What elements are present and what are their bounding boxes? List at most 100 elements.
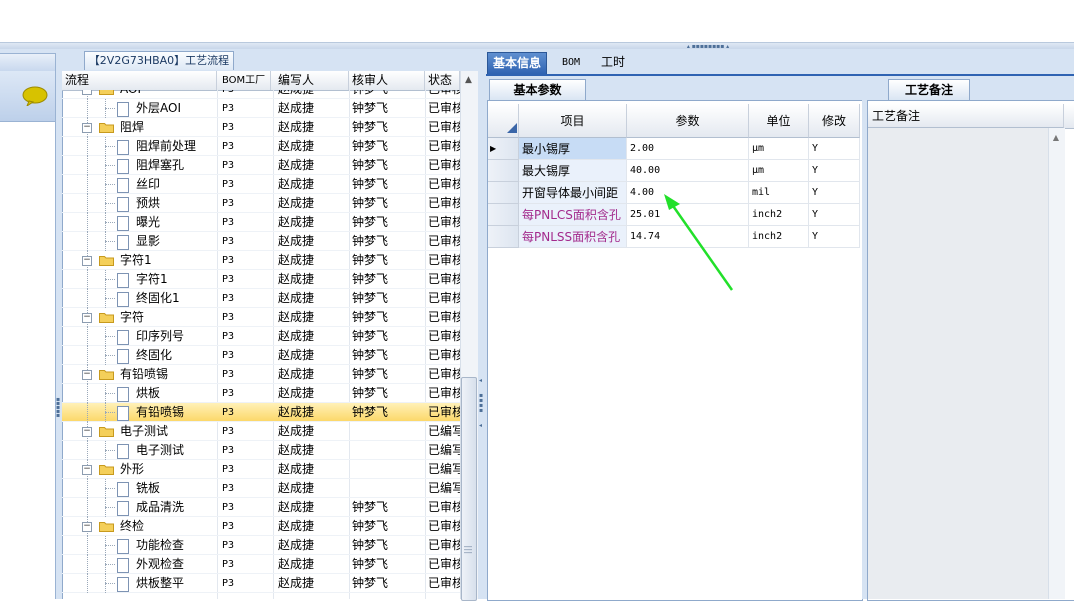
expander-icon[interactable]: − xyxy=(82,123,92,133)
tree-group-row[interactable]: − 字符1 P3 赵成捷 钟梦飞 已审核 xyxy=(62,251,460,270)
tree-connector xyxy=(105,222,115,223)
status-cell: 已审核 xyxy=(428,405,460,419)
expander-icon[interactable]: − xyxy=(82,522,92,532)
document-icon xyxy=(117,558,129,573)
tree-step-row[interactable]: 铣板 P3 赵成捷 已编写 xyxy=(62,479,460,498)
tree-step-row[interactable]: 终固化1 P3 赵成捷 钟梦飞 已审核 xyxy=(62,289,460,308)
header-process[interactable]: 流程 xyxy=(62,71,217,90)
tab-basic-info[interactable]: 基本信息 xyxy=(487,52,548,75)
tree-connector xyxy=(87,232,88,251)
bom-cell: P3 xyxy=(222,426,235,437)
note-header-extra xyxy=(1064,104,1074,129)
tree-group-row[interactable]: − 有铅喷锡 P3 赵成捷 钟梦飞 已审核 xyxy=(62,365,460,384)
bom-cell: P3 xyxy=(222,350,235,361)
expander-icon[interactable]: − xyxy=(82,465,92,475)
tree-group-row[interactable]: − 字符 P3 赵成捷 钟梦飞 已审核 xyxy=(62,308,460,327)
middle-splitter[interactable] xyxy=(478,49,486,599)
status-cell: 已审核 xyxy=(428,291,460,305)
expander-icon[interactable]: − xyxy=(82,370,92,380)
tab-process-notes[interactable]: 工艺备注 xyxy=(888,79,970,100)
expander-icon[interactable]: − xyxy=(82,313,92,323)
tree-connector xyxy=(105,336,115,337)
tree-step-row[interactable]: 烘板整平 P3 赵成捷 钟梦飞 已审核 xyxy=(62,574,460,593)
tree-name-cell: 阻焊塞孔 xyxy=(62,156,217,175)
bom-cell: P3 xyxy=(222,578,235,589)
notes-scrollbar[interactable] xyxy=(1048,128,1065,599)
document-icon xyxy=(117,140,129,155)
tree-name-cell: 铣板 xyxy=(62,479,217,498)
title-area xyxy=(0,0,1074,42)
checker-cell xyxy=(352,460,422,479)
tree-node-label: 显影 xyxy=(136,234,161,248)
tab-work-hours[interactable]: 工时 xyxy=(596,52,630,73)
tree-step-row[interactable]: 阻焊前处理 P3 赵成捷 钟梦飞 已审核 xyxy=(62,137,460,156)
expander-icon[interactable]: − xyxy=(82,256,92,266)
tree-group-row[interactable]: − 外形 P3 赵成捷 已编写 xyxy=(62,460,460,479)
tree-node-label: 终固化1 xyxy=(136,291,180,305)
tree-step-row[interactable]: 终固化 P3 赵成捷 钟梦飞 已审核 xyxy=(62,346,460,365)
checker-cell xyxy=(352,479,422,498)
tree-name-cell: 外层AOI xyxy=(62,99,217,118)
tree-node-label: 阻焊塞孔 xyxy=(136,158,185,172)
tree-step-row[interactable]: 阻焊塞孔 P3 赵成捷 钟梦飞 已审核 xyxy=(62,156,460,175)
status-cell: 已编写 xyxy=(428,481,460,495)
checker-cell: 钟梦飞 xyxy=(352,234,389,248)
tree-step-row[interactable]: 字符1 P3 赵成捷 钟梦飞 已审核 xyxy=(62,270,460,289)
header-writer[interactable]: 编写人 xyxy=(275,71,349,90)
writer-cell: 赵成捷 xyxy=(278,538,315,552)
tree-step-row[interactable]: 有铅喷锡 P3 赵成捷 钟梦飞 已审核 xyxy=(62,403,460,422)
tree-step-row[interactable]: 功能检查 P3 赵成捷 钟梦飞 已审核 xyxy=(62,536,460,555)
left-panel-body xyxy=(0,71,56,599)
tree-step-row[interactable]: 外观检查 P3 赵成捷 钟梦飞 已审核 xyxy=(62,555,460,574)
tree-step-row[interactable]: 显影 P3 赵成捷 钟梦飞 已审核 xyxy=(62,232,460,251)
checker-cell: 钟梦飞 xyxy=(352,120,389,134)
tree-step-row[interactable]: 曝光 P3 赵成捷 钟梦飞 已审核 xyxy=(62,213,460,232)
folder-icon xyxy=(99,123,114,133)
tree-node-label: 阻焊 xyxy=(120,120,145,134)
tab-bom[interactable]: BOM xyxy=(557,52,585,73)
tree-connector xyxy=(87,156,88,175)
tree-step-row[interactable]: 电子测试 P3 赵成捷 已编写 xyxy=(62,441,460,460)
tree-node-label: 成品清洗 xyxy=(136,500,185,514)
tree-step-row[interactable]: 外层AOI P3 赵成捷 钟梦飞 已审核 xyxy=(62,99,460,118)
tree-node-label: 字符1 xyxy=(120,253,152,267)
scroll-up-icon[interactable]: ▲ xyxy=(460,72,477,89)
writer-cell: 赵成捷 xyxy=(278,519,315,533)
status-cell: 已审核 xyxy=(428,386,460,400)
tree-step-row[interactable]: 印序列号 P3 赵成捷 钟梦飞 已审核 xyxy=(62,327,460,346)
status-cell: 已审核 xyxy=(428,500,460,514)
tree-group-row[interactable]: − 终检 P3 赵成捷 钟梦飞 已审核 xyxy=(62,517,460,536)
header-bom-factory[interactable]: BOM工厂 xyxy=(219,71,271,90)
tree-name-cell: 曝光 xyxy=(62,213,217,232)
scroll-up-icon[interactable]: ▲ xyxy=(1049,132,1063,144)
expander-icon[interactable]: − xyxy=(82,90,92,95)
tree-node-label: 烘板 xyxy=(136,386,161,400)
tree-connector xyxy=(105,583,115,584)
scrollbar-thumb[interactable] xyxy=(461,377,477,601)
tree-step-row[interactable]: 成品清洗 P3 赵成捷 钟梦飞 已审核 xyxy=(62,498,460,517)
bom-cell: P3 xyxy=(222,502,235,513)
writer-cell: 赵成捷 xyxy=(278,367,315,381)
chat-bubble-icon[interactable] xyxy=(22,86,48,106)
header-checker[interactable]: 核审人 xyxy=(349,71,425,90)
tree-group-row[interactable]: − AOI P3 赵成捷钟梦飞已审核 xyxy=(62,90,460,99)
tree-node-label: 丝印 xyxy=(136,177,161,191)
annotation-arrow xyxy=(664,194,734,291)
tree-step-row[interactable]: 烘板 P3 赵成捷 钟梦飞 已审核 xyxy=(62,384,460,403)
tree-group-row[interactable]: − 电子测试 P3 赵成捷 已编写 xyxy=(62,422,460,441)
process-notes-textarea[interactable] xyxy=(868,128,1048,599)
splitter-grip-icon[interactable]: ◂ ▪ ▪ ▪ ▪ ◂ xyxy=(479,378,484,438)
process-tab[interactable]: 【2V2G73HBA0】工艺流程 xyxy=(84,51,234,70)
header-status[interactable]: 状态 xyxy=(425,71,460,90)
splitter-grip-icon[interactable]: ▪ ▪ ▪ ▪ ▪ xyxy=(56,397,60,424)
tree-connector xyxy=(87,213,88,232)
tree-group-row[interactable]: − 阻焊 P3 赵成捷 钟梦飞 已审核 xyxy=(62,118,460,137)
expander-icon[interactable]: − xyxy=(82,427,92,437)
checker-cell: 钟梦飞 xyxy=(352,386,389,400)
status-cell: 已审核 xyxy=(428,177,460,191)
tree-connector xyxy=(87,555,88,574)
tree-step-row[interactable]: 预烘 P3 赵成捷 钟梦飞 已审核 xyxy=(62,194,460,213)
checker-cell: 钟梦飞 xyxy=(352,329,389,343)
checker-cell: 钟梦飞 xyxy=(352,576,389,590)
tree-step-row[interactable]: 丝印 P3 赵成捷 钟梦飞 已审核 xyxy=(62,175,460,194)
